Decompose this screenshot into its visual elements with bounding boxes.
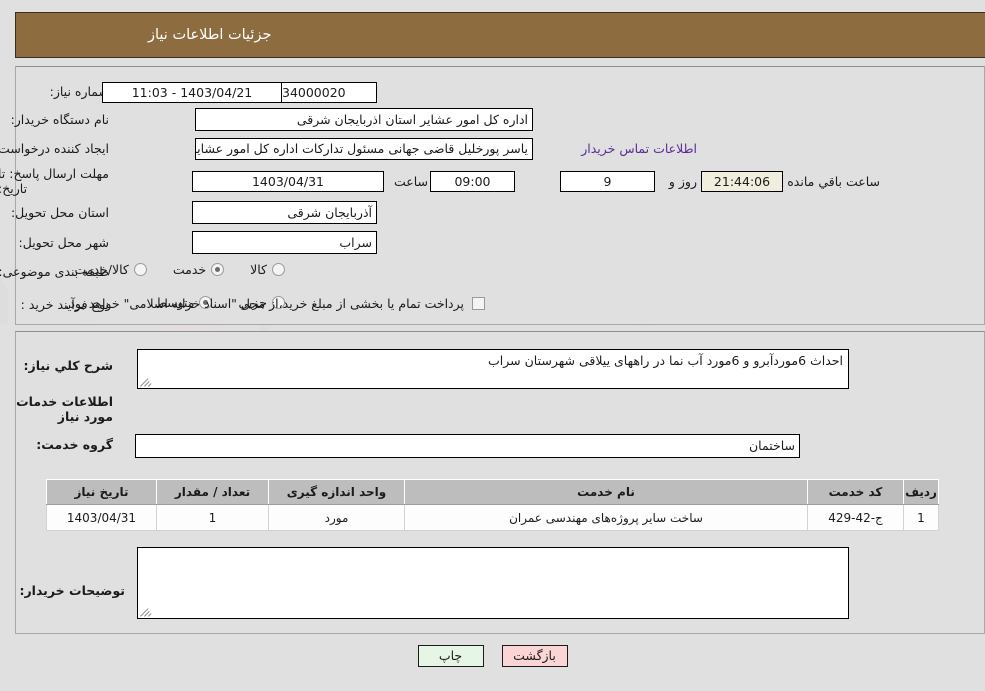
radio-icon[interactable]	[133, 263, 147, 276]
category-option-kala-khedmat[interactable]: کالا/خدمت	[74, 262, 147, 277]
table-col-service-code: کد خدمت	[807, 479, 904, 505]
cell-need-date: 1403/04/31	[46, 504, 157, 531]
remaining-clock-value: 21:44:06	[701, 171, 783, 192]
buyer-org-value: اداره کل امور عشایر استان اذربایجان شرقی	[195, 108, 533, 131]
category-option-label-0: کالا	[250, 262, 267, 277]
category-option-label-2: کالا/خدمت	[74, 262, 129, 277]
public-announce-value: 1403/04/21 - 11:03	[102, 82, 282, 103]
cell-service-name: ساخت سایر پروژه‌های مهندسی عمران	[404, 504, 808, 531]
page-root: anaTender W .net جزئیات اطلاعات نیاز شما…	[0, 0, 985, 691]
buyer-notes-label: توضیحات خریدار:	[19, 583, 125, 598]
deadline-label-line1: مهلت ارسال پاسخ: تا	[0, 166, 109, 181]
deadline-date-value: 1403/04/31	[192, 171, 384, 192]
buyer-contact-link[interactable]: اطلاعات تماس خریدار	[581, 141, 697, 156]
need-number-label: شماره نیاز:	[49, 84, 109, 99]
footer-button-bar: بازگشت چاپ	[0, 645, 985, 667]
resize-grip-icon[interactable]	[140, 375, 152, 387]
treasury-bond-text: پرداخت تمام یا بخشی از مبلغ خرید،از محل …	[65, 296, 464, 311]
table-header-row: ردیف کد خدمت نام خدمت واحد اندازه گیری ت…	[46, 479, 939, 505]
treasury-bond-checkbox[interactable]	[472, 297, 485, 310]
remaining-suffix-label: ساعت باقي مانده	[787, 174, 880, 189]
buyer-notes-textarea[interactable]	[137, 547, 849, 619]
need-description-value: احداث 6موردآبرو و 6مورد آب نما در راههای…	[488, 353, 843, 368]
creator-value: یاسر پورخلیل قاضی جهانی مسئول تدارکات اد…	[195, 138, 533, 160]
creator-label: ایجاد کننده درخواست:	[0, 141, 109, 156]
remaining-days-label: روز و	[668, 174, 697, 189]
deadline-time-value: 09:00	[430, 171, 515, 192]
cell-service-code: ج-42-429	[807, 504, 904, 531]
deadline-label-line2: تاریخ:	[0, 181, 28, 196]
table-col-quantity: تعداد / مقدار	[156, 479, 269, 505]
cell-unit: مورد	[268, 504, 405, 531]
treasury-bond-row: پرداخت تمام یا بخشی از مبلغ خرید،از محل …	[65, 296, 485, 311]
service-group-label: گروه خدمت:	[36, 437, 113, 452]
cell-quantity: 1	[156, 504, 269, 531]
back-button[interactable]: بازگشت	[501, 645, 568, 667]
category-option-kala[interactable]: کالا	[250, 262, 285, 277]
city-value: سراب	[192, 231, 377, 254]
province-value: آذربایجان شرقی	[192, 201, 377, 224]
category-option-label-1: خدمت	[172, 262, 207, 277]
page-title: جزئیات اطلاعات نیاز	[148, 27, 272, 43]
table-col-row-no: ردیف	[903, 479, 939, 505]
remaining-days-value: 9	[560, 171, 655, 192]
radio-icon[interactable]	[272, 263, 285, 276]
page-title-bar: جزئیات اطلاعات نیاز	[15, 12, 985, 58]
resize-grip-icon[interactable]	[140, 605, 152, 617]
service-group-value: ساختمان	[135, 434, 800, 458]
need-description-label: شرح کلي نیاز:	[23, 358, 113, 373]
need-description-textarea[interactable]: احداث 6موردآبرو و 6مورد آب نما در راههای…	[137, 349, 849, 389]
services-table: ردیف کد خدمت نام خدمت واحد اندازه گیری ت…	[46, 479, 939, 531]
cell-row-no: 1	[903, 504, 939, 531]
need-info-panel	[15, 66, 985, 325]
category-radio-group: کالا خدمت کالا/خدمت	[48, 262, 285, 277]
print-button[interactable]: چاپ	[417, 645, 484, 667]
city-label: شهر محل تحویل:	[18, 235, 109, 250]
table-col-need-date: تاریخ نیاز	[46, 479, 157, 505]
services-section-heading: اطلاعات خدمات مورد نیاز	[16, 394, 113, 424]
table-col-service-name: نام خدمت	[404, 479, 808, 505]
buyer-org-label: نام دستگاه خریدار:	[10, 112, 109, 127]
table-col-unit: واحد اندازه گیری	[268, 479, 405, 505]
radio-selected-icon[interactable]	[211, 263, 225, 276]
table-row: 1 ج-42-429 ساخت سایر پروژه‌های مهندسی عم…	[46, 504, 939, 531]
deadline-time-label: ساعت	[393, 174, 428, 189]
province-label: استان محل تحویل:	[10, 205, 109, 220]
category-option-khedmat[interactable]: خدمت	[172, 262, 225, 277]
